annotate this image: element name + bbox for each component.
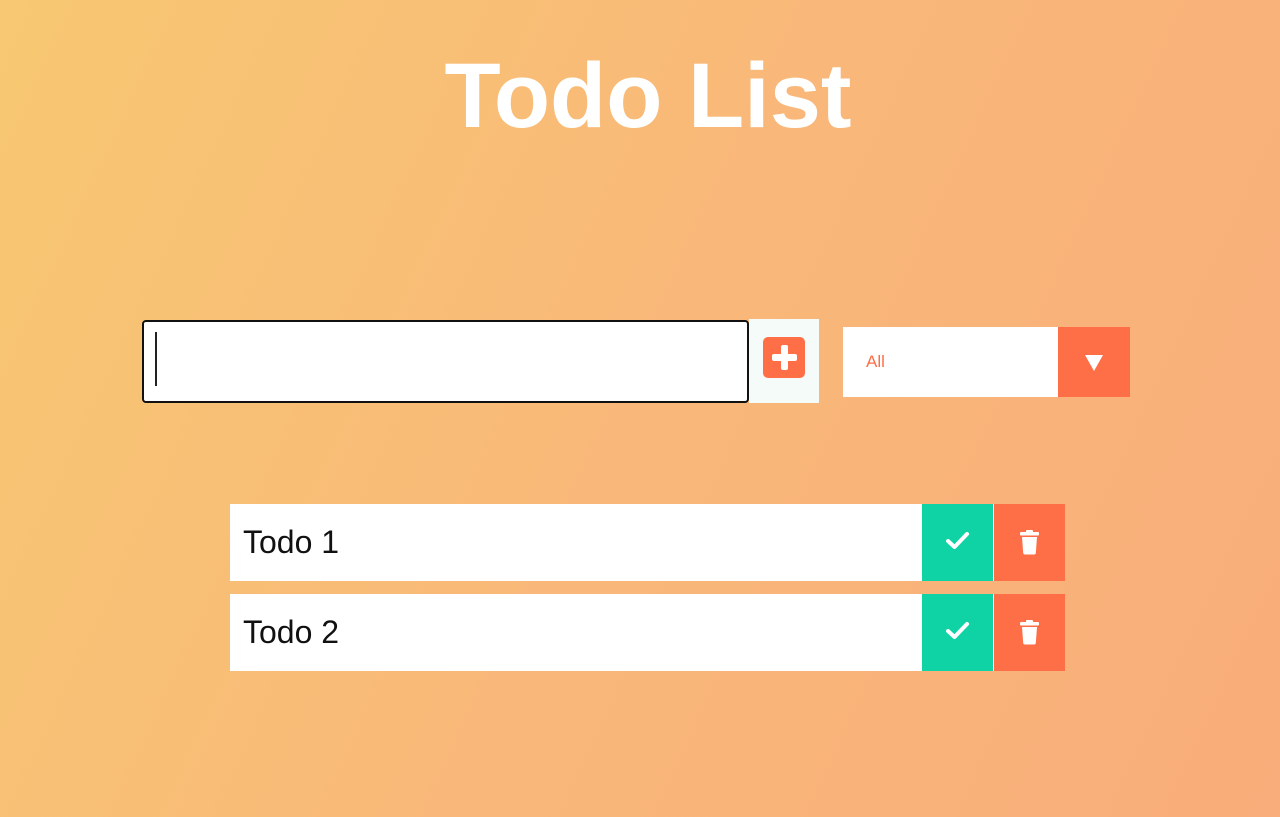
todo-form xyxy=(142,319,819,403)
todo-item: Todo 1 xyxy=(230,504,1065,581)
todo-text: Todo 1 xyxy=(243,524,340,560)
plus-square-icon xyxy=(763,337,805,378)
text-cursor xyxy=(155,332,157,386)
add-todo-button[interactable] xyxy=(749,319,819,403)
filter-dropdown-button[interactable] xyxy=(1058,327,1130,397)
trash-icon xyxy=(1020,620,1039,645)
check-icon xyxy=(946,622,969,639)
check-icon xyxy=(946,532,969,549)
filter-select[interactable]: All xyxy=(843,327,1130,397)
delete-button[interactable] xyxy=(994,594,1065,671)
todo-list: Todo 1 Todo 2 xyxy=(230,504,1065,684)
trash-icon xyxy=(1020,530,1039,555)
todo-input[interactable] xyxy=(142,320,749,403)
complete-button[interactable] xyxy=(922,594,993,671)
todo-item: Todo 2 xyxy=(230,594,1065,671)
filter-selected-value: All xyxy=(866,352,885,371)
caret-down-icon xyxy=(1085,355,1103,371)
complete-button[interactable] xyxy=(922,504,993,581)
delete-button[interactable] xyxy=(994,504,1065,581)
page-title: Todo List xyxy=(444,45,852,147)
todo-text: Todo 2 xyxy=(243,614,340,650)
